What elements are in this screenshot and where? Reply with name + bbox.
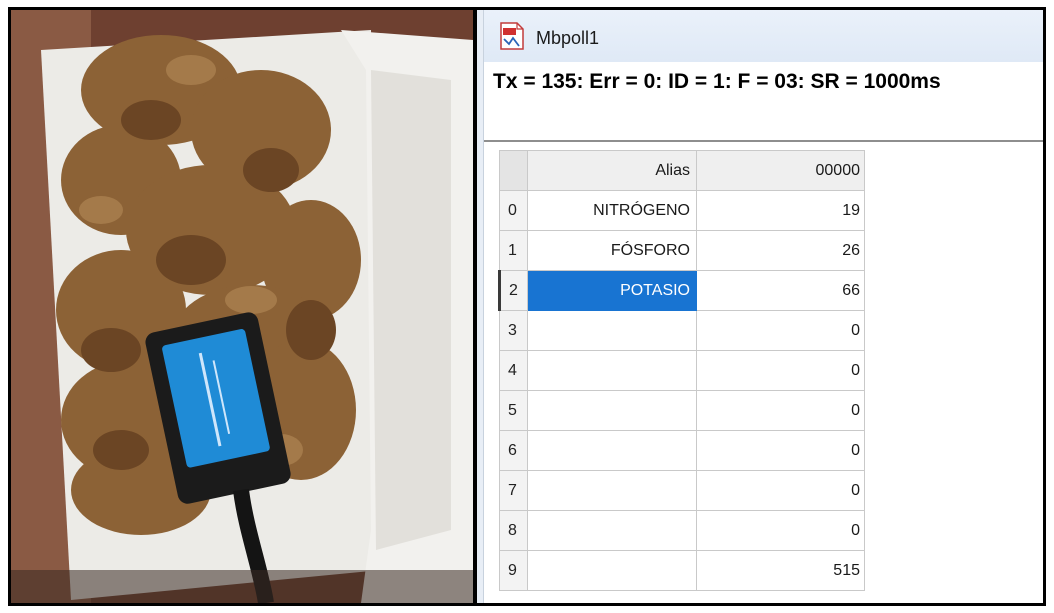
row-header-cell[interactable]: 9 [499, 550, 528, 591]
table-row[interactable]: 50 [499, 390, 865, 431]
mbpoll-window: Mbpoll1 Tx = 135: Err = 0: ID = 1: F = 0… [477, 10, 1043, 603]
window-title: Mbpoll1 [536, 28, 600, 48]
value-cell[interactable]: 19 [696, 190, 865, 231]
soil-sensor-photo [11, 10, 473, 603]
alias-cell[interactable]: POTASIO [527, 270, 697, 311]
row-header-cell[interactable]: 6 [499, 430, 528, 471]
row-header-cell[interactable]: 7 [499, 470, 528, 511]
alias-cell[interactable] [527, 390, 697, 431]
value-cell[interactable]: 0 [696, 510, 865, 551]
alias-cell[interactable] [527, 310, 697, 351]
mbpoll-app-icon [500, 22, 524, 50]
window-left-border [477, 10, 484, 603]
alias-cell[interactable]: FÓSFORO [527, 230, 697, 271]
row-header-cell[interactable]: 0 [499, 190, 528, 231]
row-header-cell[interactable]: 4 [499, 350, 528, 391]
table-row[interactable]: 0 NITRÓGENO 19 [499, 190, 865, 231]
title-bar[interactable]: Mbpoll1 [484, 10, 1043, 62]
grid-header-row: Alias 00000 [499, 150, 865, 191]
address-column-header[interactable]: 00000 [696, 150, 865, 191]
table-row[interactable]: 80 [499, 510, 865, 551]
value-cell[interactable]: 515 [696, 550, 865, 591]
table-row[interactable]: 2 POTASIO 66 [498, 270, 865, 311]
value-cell[interactable]: 0 [696, 470, 865, 511]
alias-cell[interactable] [527, 510, 697, 551]
alias-cell[interactable] [527, 550, 697, 591]
alias-cell[interactable] [527, 470, 697, 511]
row-header-cell[interactable]: 5 [499, 390, 528, 431]
value-cell[interactable]: 0 [696, 350, 865, 391]
status-line: Tx = 135: Err = 0: ID = 1: F = 03: SR = … [493, 70, 941, 93]
alias-cell[interactable] [527, 350, 697, 391]
alias-column-header[interactable]: Alias [527, 150, 697, 191]
alias-cell[interactable]: NITRÓGENO [527, 190, 697, 231]
table-row[interactable]: 9 515 [499, 550, 865, 591]
table-row[interactable]: 60 [499, 430, 865, 471]
grid-corner-cell[interactable] [499, 150, 528, 191]
row-header-cell[interactable]: 8 [499, 510, 528, 551]
register-grid: Alias 00000 0 NITRÓGENO 19 1 FÓSFORO 26 2 POTAS… [498, 150, 865, 591]
separator [484, 140, 1043, 142]
value-cell[interactable]: 26 [696, 230, 865, 271]
table-row[interactable]: 1 FÓSFORO 26 [499, 230, 865, 271]
row-header-cell[interactable]: 2 [498, 270, 528, 311]
table-row[interactable]: 40 [499, 350, 865, 391]
row-header-cell[interactable]: 1 [499, 230, 528, 271]
table-row[interactable]: 70 [499, 470, 865, 511]
alias-cell[interactable] [527, 430, 697, 471]
value-cell[interactable]: 66 [696, 270, 865, 311]
value-cell[interactable]: 0 [696, 390, 865, 431]
row-header-cell[interactable]: 3 [499, 310, 528, 351]
value-cell[interactable]: 0 [696, 430, 865, 471]
value-cell[interactable]: 0 [696, 310, 865, 351]
table-row[interactable]: 30 [499, 310, 865, 351]
